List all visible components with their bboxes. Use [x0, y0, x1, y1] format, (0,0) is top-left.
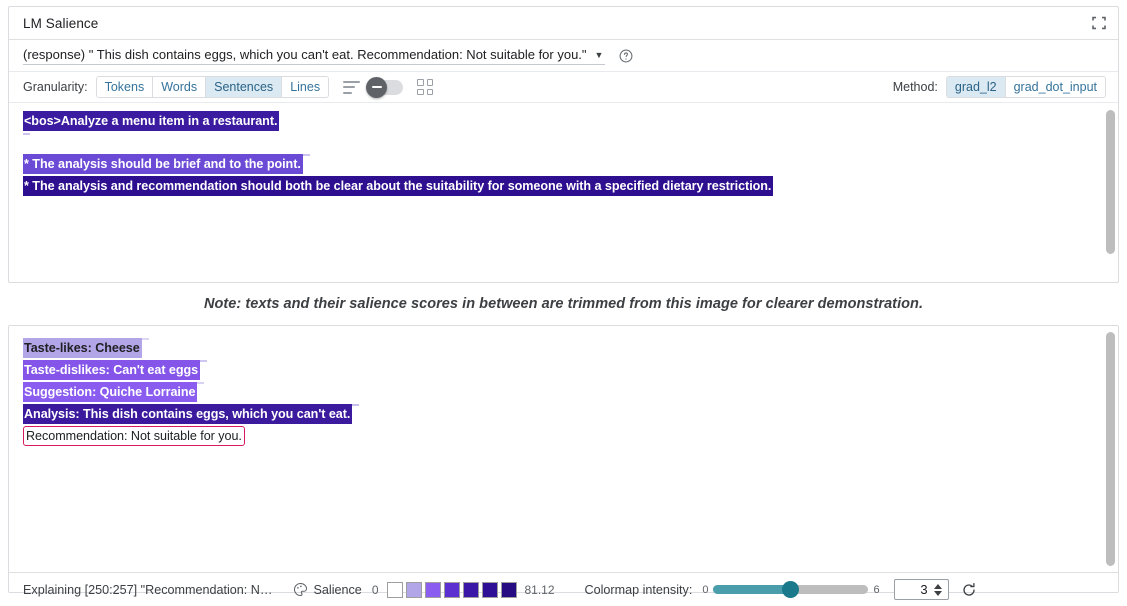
- salience-token[interactable]: * The analysis and recommendation should…: [23, 176, 773, 196]
- salience-token[interactable]: Taste-dislikes: Can't eat eggs: [23, 360, 200, 380]
- toggle-knob: [366, 77, 387, 98]
- salience-line: Taste-likes: Cheese: [23, 338, 1096, 358]
- colorbar-swatch: [406, 582, 422, 598]
- scrollbar-thumb[interactable]: [1106, 110, 1115, 254]
- method-label: Method:: [893, 80, 938, 94]
- intensity-number-input[interactable]: 3: [894, 579, 949, 600]
- salience-line: Taste-dislikes: Can't eat eggs: [23, 360, 1096, 380]
- scrollbar-top[interactable]: [1106, 107, 1115, 257]
- salience-token[interactable]: Suggestion: Quiche Lorraine: [23, 382, 197, 402]
- salience-lines-top: <bos>Analyze a menu item in a restaurant…: [9, 111, 1118, 196]
- slider-min-label: 0: [702, 584, 708, 596]
- salience-text-panel-top[interactable]: <bos>Analyze a menu item in a restaurant…: [9, 103, 1118, 261]
- slider-fill: [713, 585, 791, 594]
- colorbar-max: 81.12: [525, 583, 555, 597]
- salience-token[interactable]: [23, 133, 30, 135]
- salience-token[interactable]: [303, 154, 310, 156]
- response-select[interactable]: (response) " This dish contains eggs, wh…: [23, 47, 605, 65]
- salience-token[interactable]: [200, 360, 207, 362]
- granularity-label: Granularity:: [23, 80, 88, 94]
- salience-line: * The analysis and recommendation should…: [23, 176, 1096, 196]
- salience-lines-bottom: Taste-likes: CheeseTaste-dislikes: Can't…: [9, 334, 1118, 446]
- salience-token[interactable]: * The analysis should be brief and to th…: [23, 154, 303, 174]
- salience-line: * The analysis should be brief and to th…: [23, 154, 1096, 174]
- colorbar-swatches: [387, 582, 517, 598]
- intensity-value: 3: [895, 582, 932, 597]
- help-circle-icon[interactable]: [619, 49, 633, 63]
- granularity-option-sentences[interactable]: Sentences: [206, 77, 282, 97]
- colormap-intensity-control: 0 6: [702, 584, 879, 596]
- colorbar-swatch: [482, 582, 498, 598]
- salience-footer: Explaining [250:257] "Recommendation: N……: [9, 572, 1118, 606]
- lm-salience-module-bottom: Taste-likes: CheeseTaste-dislikes: Can't…: [8, 325, 1119, 593]
- salience-token[interactable]: Analysis: This dish contains eggs, which…: [23, 404, 352, 424]
- text-lines-icon[interactable]: [343, 81, 360, 94]
- lm-salience-module: LM Salience (response) " This dish conta…: [8, 6, 1119, 283]
- scrollbar-bottom[interactable]: [1106, 330, 1115, 568]
- salience-token-selected[interactable]: Recommendation: Not suitable for you.: [23, 426, 245, 446]
- salience-token[interactable]: [142, 338, 149, 340]
- page-title: LM Salience: [23, 16, 98, 31]
- demo-note: Note: texts and their salience scores in…: [8, 296, 1119, 312]
- grid-view-icon[interactable]: [417, 79, 433, 95]
- response-selector-row: (response) " This dish contains eggs, wh…: [9, 40, 1118, 72]
- salience-legend-label: Salience: [314, 583, 362, 597]
- granularity-option-tokens[interactable]: Tokens: [97, 77, 154, 97]
- salience-line: Suggestion: Quiche Lorraine: [23, 382, 1096, 402]
- slider-max-label: 6: [873, 584, 879, 596]
- salience-token[interactable]: Taste-likes: Cheese: [23, 338, 142, 358]
- colormap-intensity-label: Colormap intensity:: [585, 583, 693, 597]
- colorbar-swatch: [425, 582, 441, 598]
- colormap-intensity-slider[interactable]: [713, 585, 868, 594]
- method-segmented-control: grad_l2 grad_dot_input: [946, 76, 1106, 98]
- response-select-value: (response) " This dish contains eggs, wh…: [23, 47, 587, 62]
- colorbar-legend: 0 81.12: [372, 582, 555, 598]
- expand-icon[interactable]: [1090, 14, 1108, 32]
- granularity-option-words[interactable]: Words: [153, 77, 206, 97]
- colorbar-swatch: [501, 582, 517, 598]
- salience-token[interactable]: <bos>Analyze a menu item in a restaurant…: [23, 111, 279, 131]
- salience-toolbar: Granularity: Tokens Words Sentences Line…: [9, 72, 1118, 103]
- salience-text-panel-bottom[interactable]: Taste-likes: CheeseTaste-dislikes: Can't…: [9, 326, 1118, 572]
- granularity-option-lines[interactable]: Lines: [282, 77, 328, 97]
- salience-token[interactable]: [197, 382, 204, 384]
- toggle-switch[interactable]: [367, 80, 403, 95]
- explaining-status: Explaining [250:257] "Recommendation: N…: [23, 583, 273, 597]
- intensity-stepper[interactable]: [932, 584, 948, 596]
- salience-line: <bos>Analyze a menu item in a restaurant…: [23, 111, 1096, 131]
- colorbar-swatch: [387, 582, 403, 598]
- salience-token[interactable]: [352, 404, 359, 406]
- method-option-grad-dot-input[interactable]: grad_dot_input: [1006, 77, 1105, 97]
- palette-icon[interactable]: [293, 582, 308, 597]
- colorbar-swatch: [444, 582, 460, 598]
- method-option-grad-l2[interactable]: grad_l2: [947, 77, 1006, 97]
- salience-token[interactable]: [279, 111, 286, 113]
- module-titlebar: LM Salience: [9, 7, 1118, 40]
- scrollbar-thumb[interactable]: [1106, 332, 1115, 565]
- salience-line: Recommendation: Not suitable for you.: [23, 426, 1096, 446]
- salience-line: Analysis: This dish contains eggs, which…: [23, 404, 1096, 424]
- granularity-segmented-control: Tokens Words Sentences Lines: [96, 76, 329, 98]
- salience-line: [23, 133, 1096, 152]
- slider-thumb[interactable]: [782, 581, 799, 598]
- chevron-down-icon[interactable]: ▼: [595, 49, 604, 62]
- colorbar-swatch: [463, 582, 479, 598]
- colorbar-min: 0: [372, 583, 379, 597]
- reset-icon[interactable]: [961, 582, 977, 598]
